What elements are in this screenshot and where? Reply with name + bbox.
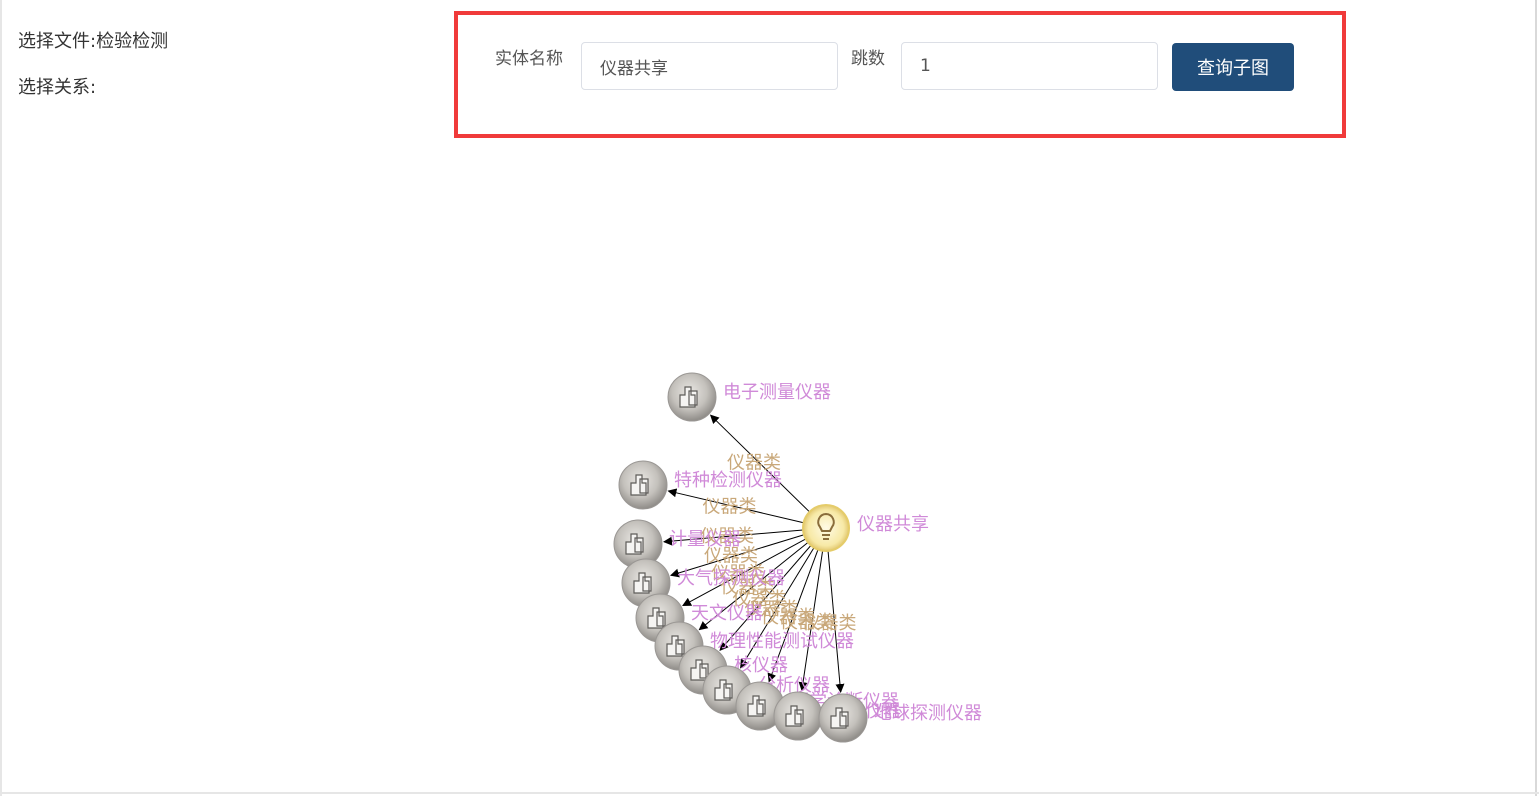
center-node[interactable] (802, 504, 850, 552)
edge-label: 仪器类 (703, 497, 757, 518)
knowledge-graph-canvas[interactable]: 仪器类仪器类仪器类仪器类仪器类仪器类仪器类仪器类仪器类仪器类仪器类 电子测量仪器… (0, 0, 1539, 796)
center-node-group[interactable]: 仪器共享 (802, 504, 929, 552)
graph-node[interactable]: 电子测量仪器 (667, 372, 831, 422)
center-node-label: 仪器共享 (857, 514, 929, 535)
nodes-layer: 电子测量仪器特种检测仪器计量仪器大气探测仪器天文仪器物理性能测试仪器核仪器分析仪… (613, 372, 982, 743)
graph-node-label: 天文仪器 (691, 603, 763, 624)
graph-node-label: 电子测量仪器 (723, 382, 831, 403)
graph-node-label: 地球探测仪器 (874, 703, 982, 724)
graph-node-label: 大气探测仪器 (677, 568, 785, 589)
graph-node-label: 特种检测仪器 (674, 470, 782, 491)
graph-node-label: 物理性能测试仪器 (710, 631, 854, 652)
graph-node-label: 计量仪器 (669, 529, 741, 550)
